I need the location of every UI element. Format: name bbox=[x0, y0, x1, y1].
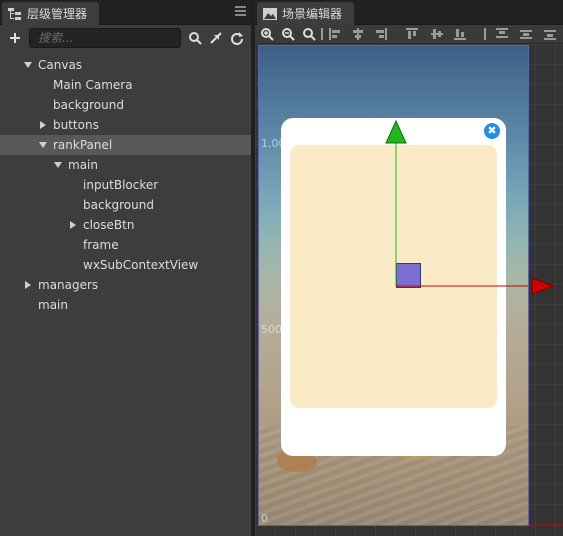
expand-arrow-icon[interactable] bbox=[39, 142, 47, 148]
tree-node-wxsubcontextview[interactable]: wxSubContextView bbox=[0, 255, 251, 275]
distribute-bottom-icon[interactable] bbox=[543, 27, 557, 41]
align-bottom-icon[interactable] bbox=[453, 27, 467, 41]
scene-viewport[interactable]: 1,000 500 0 ✖ bbox=[255, 44, 563, 536]
x-axis-arrow-icon bbox=[531, 277, 556, 295]
x-axis-arrow-overlay bbox=[529, 277, 563, 526]
hierarchy-tabbar: 层级管理器 bbox=[0, 0, 251, 25]
tree-node-label: managers bbox=[38, 278, 99, 292]
tree-node-buttons[interactable]: buttons bbox=[0, 115, 251, 135]
add-node-button[interactable] bbox=[8, 31, 22, 45]
distribute-top-icon[interactable] bbox=[495, 27, 509, 41]
tree-node-rankpanel[interactable]: rankPanel bbox=[0, 135, 251, 155]
tree-node-managers[interactable]: managers bbox=[0, 275, 251, 295]
align-right-icon[interactable] bbox=[374, 27, 388, 41]
tree-node-label: Main Camera bbox=[53, 78, 133, 92]
scene-icon bbox=[263, 7, 277, 20]
search-input[interactable] bbox=[29, 28, 181, 48]
tab-hierarchy[interactable]: 层级管理器 bbox=[2, 2, 99, 25]
scene-toolbar bbox=[255, 25, 563, 44]
tree-node-label: main bbox=[38, 298, 68, 312]
expand-arrow-icon[interactable] bbox=[24, 62, 32, 68]
tree-node-background[interactable]: background bbox=[0, 95, 251, 115]
tree-node-background[interactable]: background bbox=[0, 195, 251, 215]
tree-node-main-camera[interactable]: Main Camera bbox=[0, 75, 251, 95]
refresh-icon[interactable] bbox=[230, 31, 244, 45]
tree-node-label: wxSubContextView bbox=[83, 258, 199, 272]
align-top-icon[interactable] bbox=[405, 27, 419, 41]
tab-scene-label: 场景编辑器 bbox=[282, 7, 343, 21]
tree-node-label: frame bbox=[83, 238, 119, 252]
tree-node-canvas[interactable]: Canvas bbox=[0, 55, 251, 75]
tree-node-label: background bbox=[53, 98, 124, 112]
tree-node-inputblocker[interactable]: inputBlocker bbox=[0, 175, 251, 195]
tree-node-main[interactable]: main bbox=[0, 155, 251, 175]
tree-node-label: buttons bbox=[53, 118, 99, 132]
zoom-in-icon[interactable] bbox=[260, 27, 274, 41]
zoom-out-icon[interactable] bbox=[281, 27, 295, 41]
tab-hierarchy-label: 层级管理器 bbox=[27, 7, 88, 21]
tree-node-label: Canvas bbox=[38, 58, 83, 72]
collapsed-arrow-icon[interactable] bbox=[70, 221, 76, 229]
hierarchy-icon bbox=[8, 7, 21, 20]
tab-scene-editor[interactable]: 场景编辑器 bbox=[257, 2, 354, 25]
toolbar-separator-icon bbox=[484, 28, 486, 40]
tree-node-label: inputBlocker bbox=[83, 178, 159, 192]
scene-panel: 场景编辑器 1,000 500 0 ✖ bbox=[255, 0, 563, 536]
search-icon[interactable] bbox=[188, 31, 202, 45]
tree-node-label: closeBtn bbox=[83, 218, 135, 232]
zoom-reset-icon[interactable] bbox=[302, 27, 316, 41]
collapse-all-icon[interactable] bbox=[209, 31, 223, 45]
tree-node-label: rankPanel bbox=[53, 138, 113, 152]
align-h-center-icon[interactable] bbox=[351, 27, 365, 41]
tree-node-main[interactable]: main bbox=[0, 295, 251, 315]
tree-node-closebtn[interactable]: closeBtn bbox=[0, 215, 251, 235]
align-left-icon[interactable] bbox=[328, 27, 342, 41]
tree-node-label: background bbox=[83, 198, 154, 212]
expand-arrow-icon[interactable] bbox=[54, 162, 62, 168]
distribute-v-center-icon[interactable] bbox=[519, 27, 533, 41]
scene-tabbar: 场景编辑器 bbox=[255, 0, 563, 25]
panel-menu-icon[interactable] bbox=[235, 6, 246, 17]
align-v-center-icon[interactable] bbox=[430, 27, 444, 41]
collapsed-arrow-icon[interactable] bbox=[40, 121, 46, 129]
tree-node-label: main bbox=[68, 158, 98, 172]
collapsed-arrow-icon[interactable] bbox=[25, 281, 31, 289]
hierarchy-panel: 层级管理器 Canvas Main Camera background butt… bbox=[0, 0, 251, 536]
tree-node-frame[interactable]: frame bbox=[0, 235, 251, 255]
